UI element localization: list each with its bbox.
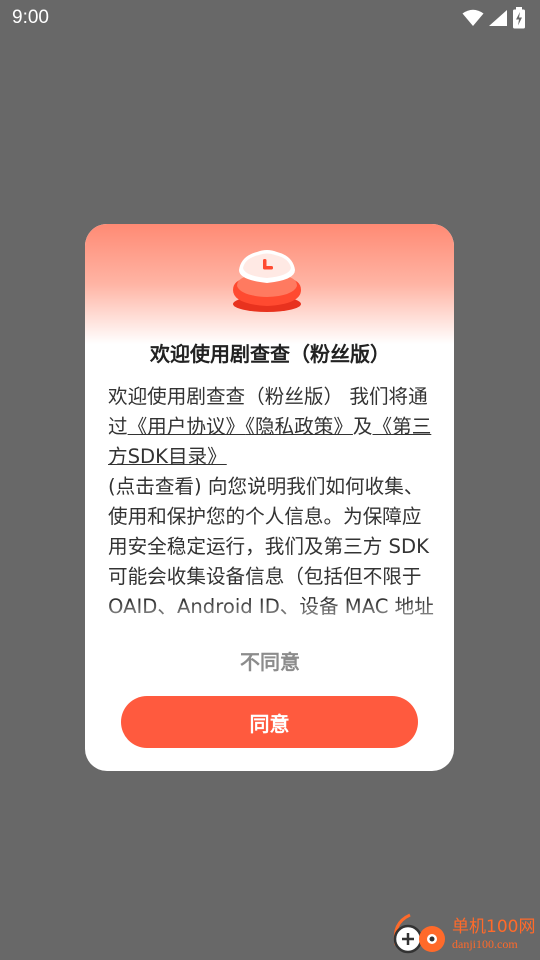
status-bar: 9:00: [0, 0, 540, 36]
body-fade-overlay: [100, 600, 440, 636]
watermark-name: 单机100网: [452, 917, 536, 937]
disagree-button[interactable]: 不同意: [170, 640, 370, 680]
agree-button[interactable]: 同意: [121, 696, 418, 748]
status-icons: [462, 7, 526, 29]
wifi-icon: [462, 9, 484, 27]
body-rest-text: (点击查看) 向您说明我们如何收集、使用和保护您的个人信息。为保障应用安全稳定运…: [108, 475, 434, 618]
watermark-logo-icon: [388, 909, 450, 959]
watermark-text: 单机100网 danji100.com: [452, 917, 535, 951]
signal-icon: [488, 9, 508, 27]
privacy-policy-link[interactable]: 《隐私政策》: [245, 415, 353, 438]
battery-charging-icon: [512, 7, 526, 29]
shield-clock-illustration-icon: [227, 246, 307, 314]
user-agreement-link[interactable]: 《用户协议》: [128, 415, 246, 438]
dialog-title: 欢迎使用剧查查（粉丝版）: [150, 342, 390, 366]
status-time: 9:00: [12, 7, 49, 28]
watermark-url: danji100.com: [452, 937, 518, 951]
body-conjunction-text: 及: [352, 415, 373, 438]
dialog-body: 欢迎使用剧查查（粉丝版） 我们将通过《用户协议》《隐私政策》及《第三方SDK目录…: [108, 382, 436, 632]
watermark: 单机100网 danji100.com: [388, 910, 538, 958]
